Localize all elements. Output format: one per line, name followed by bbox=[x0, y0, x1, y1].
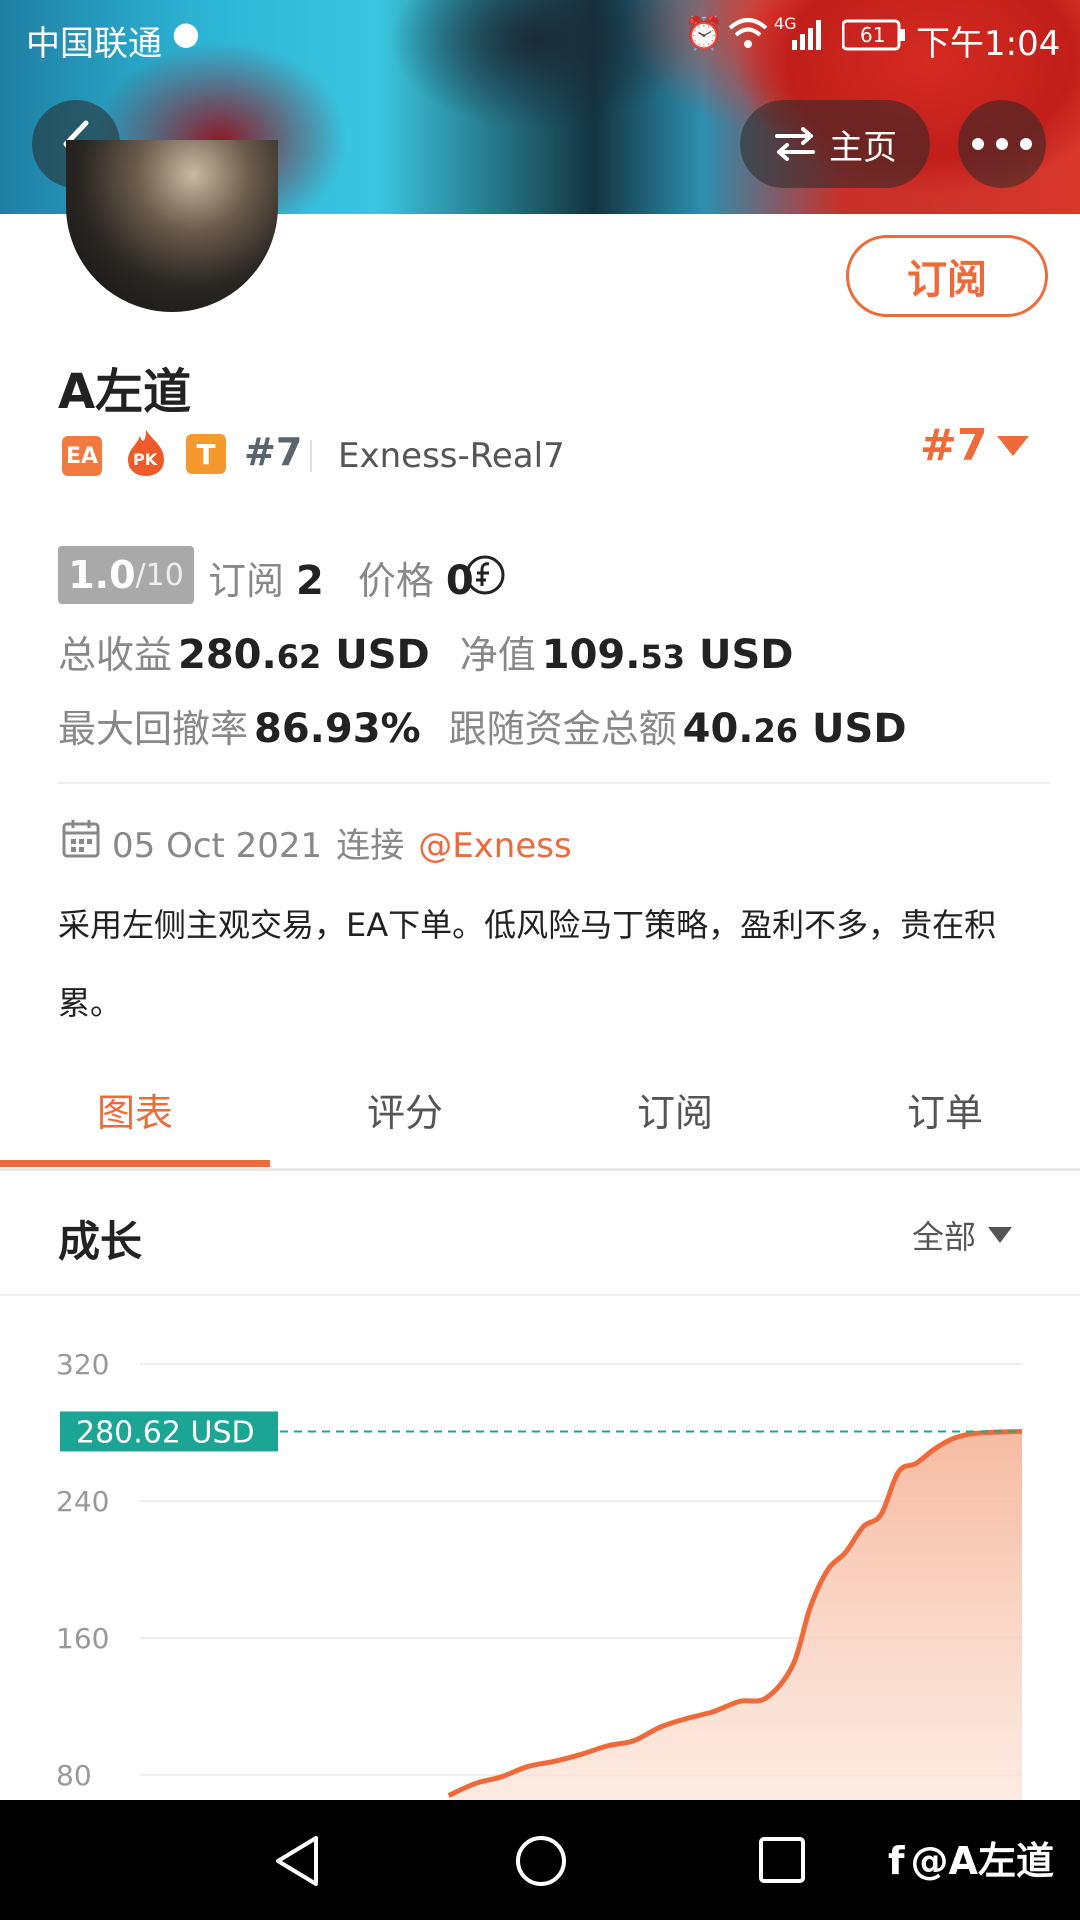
rating-score: 1.0 bbox=[68, 553, 136, 597]
range-selector-label: 全部 bbox=[912, 1218, 977, 1256]
swap-icon bbox=[775, 127, 815, 161]
follow-funds-dec: 26 bbox=[753, 712, 799, 750]
connection-info: 05 Oct 2021 连接 @Exness bbox=[112, 818, 572, 867]
equity-int: 109. bbox=[541, 632, 641, 678]
carrier-name: 中国联通 bbox=[26, 24, 162, 64]
more-button[interactable] bbox=[958, 100, 1046, 188]
clock: 下午1:04 bbox=[916, 24, 1061, 64]
server-name: Exness-Real7 bbox=[338, 436, 565, 476]
avatar[interactable] bbox=[66, 140, 278, 312]
growth-title: 成长 bbox=[58, 1217, 143, 1266]
tab-orders[interactable]: 订单 bbox=[810, 1054, 1080, 1164]
broker-link[interactable]: @Exness bbox=[418, 826, 572, 866]
nav-recents-button[interactable] bbox=[758, 1836, 806, 1888]
status-bar: 中国联通 ● ⏰ 4G 61 下午1:04 bbox=[0, 0, 1080, 72]
pk-badge-icon: PK bbox=[124, 428, 168, 478]
rank-dropdown-label: #7 bbox=[920, 420, 988, 471]
price-label: 价格 bbox=[357, 559, 434, 603]
growth-area bbox=[448, 1431, 1022, 1800]
watermark-logo-icon: f bbox=[888, 1839, 905, 1883]
alarm-icon: ⏰ bbox=[684, 14, 724, 52]
y-tick-label: 80 bbox=[56, 1759, 92, 1792]
connection-date: 05 Oct 2021 bbox=[112, 826, 323, 866]
circle-home-icon bbox=[516, 1836, 566, 1886]
tab-subscriptions[interactable]: 订阅 bbox=[540, 1054, 810, 1164]
caret-down-icon bbox=[997, 435, 1030, 456]
rating-max: /10 bbox=[135, 557, 184, 593]
badge-divider bbox=[310, 440, 312, 472]
tabs-divider bbox=[0, 1168, 1080, 1171]
home-button[interactable]: 主页 bbox=[740, 100, 930, 188]
wechat-icon: ● bbox=[172, 14, 200, 52]
subscribe-count: 2 bbox=[296, 558, 324, 604]
t-badge-icon: T bbox=[186, 434, 226, 474]
y-tick-label: 160 bbox=[56, 1622, 109, 1655]
growth-divider bbox=[0, 1294, 1080, 1296]
strategy-description: 采用左侧主观交易，EA下单。低风险马丁策略，盈利不多，贵在积累。 bbox=[58, 906, 997, 1022]
range-selector[interactable]: 全部 bbox=[912, 1212, 1013, 1258]
stats-divider bbox=[58, 782, 1050, 784]
nav-back-button[interactable] bbox=[272, 1834, 322, 1892]
subscribe-count-label: 订阅 bbox=[208, 559, 285, 603]
square-recents-icon bbox=[759, 1837, 805, 1883]
ea-badge-icon: EA bbox=[62, 436, 102, 476]
total-profit-unit: USD bbox=[335, 632, 430, 678]
profile-name: A左道 bbox=[58, 364, 192, 420]
active-tab-indicator bbox=[0, 1160, 270, 1167]
total-profit-int: 280. bbox=[178, 632, 277, 678]
max-drawdown-value: 86.93% bbox=[254, 706, 421, 752]
subscribe-button[interactable]: 订阅 bbox=[846, 235, 1048, 317]
connection-label: 连接 bbox=[336, 826, 405, 866]
pk-badge-label: PK bbox=[133, 450, 158, 469]
y-tick-label: 240 bbox=[56, 1485, 109, 1518]
wifi-icon bbox=[728, 16, 768, 57]
watermark-text: @A左道 bbox=[910, 1839, 1054, 1883]
signal-icon bbox=[792, 18, 826, 59]
stats-line-2: 总收益 280. 62 USD 净值 109. 53 USD bbox=[58, 624, 794, 679]
rating-badge: 1.0/10 bbox=[58, 546, 194, 604]
equity-unit: USD bbox=[699, 632, 794, 678]
total-profit-dec: 62 bbox=[276, 638, 322, 676]
total-profit-label: 总收益 bbox=[58, 633, 173, 677]
calendar-icon bbox=[62, 818, 100, 862]
more-dots-icon bbox=[972, 138, 1032, 150]
current-value-label: 280.62 USD bbox=[76, 1415, 255, 1450]
stats-line-3: 最大回撤率 86.93% 跟随资金总额 40. 26 USD bbox=[58, 698, 907, 753]
max-drawdown-label: 最大回撤率 bbox=[58, 707, 249, 751]
tab-rating[interactable]: 评分 bbox=[270, 1054, 540, 1164]
follow-funds-int: 40. bbox=[682, 706, 754, 752]
equity-label: 净值 bbox=[459, 633, 536, 677]
follow-funds-unit: USD bbox=[812, 706, 907, 752]
growth-chart[interactable]: 320 240 160 80 280.62 USD bbox=[0, 1300, 1080, 1800]
triangle-back-icon bbox=[276, 1836, 318, 1886]
caret-down-icon bbox=[988, 1227, 1013, 1243]
rank-dropdown[interactable]: #7 bbox=[920, 420, 1030, 471]
watermark: f @A左道 bbox=[888, 1830, 1054, 1885]
tab-chart[interactable]: 图表 bbox=[0, 1054, 270, 1164]
follow-funds-label: 跟随资金总额 bbox=[448, 707, 677, 751]
equity-dec: 53 bbox=[640, 638, 685, 676]
battery-level: 61 bbox=[860, 23, 886, 47]
nav-home-button[interactable] bbox=[514, 1834, 568, 1892]
y-tick-label: 320 bbox=[56, 1348, 109, 1381]
home-label: 主页 bbox=[829, 127, 897, 168]
coin-icon bbox=[464, 554, 506, 600]
stats-line-1: 订阅 2 价格 0 bbox=[208, 550, 474, 605]
rank-text: #7 bbox=[244, 430, 303, 474]
